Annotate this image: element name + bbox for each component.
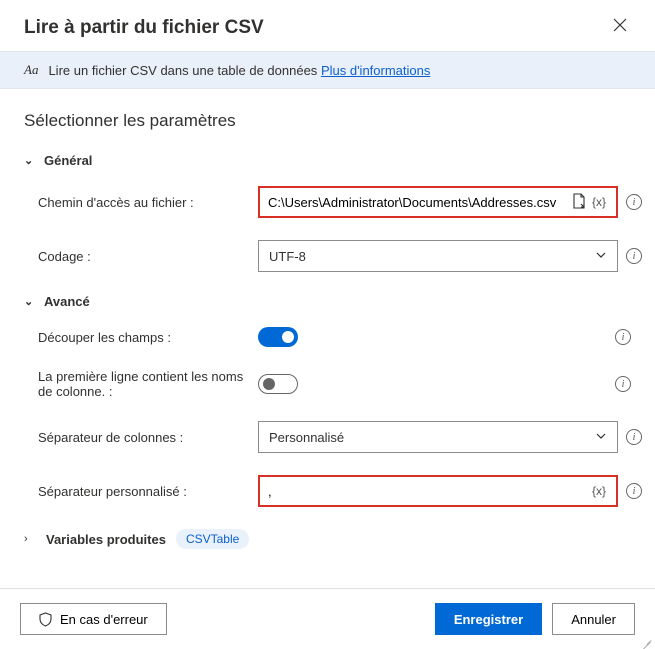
row-firstline: La première ligne contient les noms de c… [24,369,631,399]
close-icon[interactable] [609,14,631,41]
row-filepath: Chemin d'accès au fichier : {x} i [24,186,631,218]
chevron-right-icon: › [24,533,36,545]
dialog-header: Lire à partir du fichier CSV [0,0,655,51]
colsep-value: Personnalisé [269,430,344,445]
chevron-down-icon [595,249,607,264]
var-picker-icon[interactable]: {x} [590,195,608,209]
customsep-label: Séparateur personnalisé : [38,484,258,499]
section-general-label: Général [44,153,92,168]
resize-grip-icon[interactable] [643,637,653,647]
content: Sélectionner les paramètres ⌄ Général Ch… [0,89,655,549]
dialog-title: Lire à partir du fichier CSV [24,17,264,39]
section-general[interactable]: ⌄ Général [24,153,631,168]
section-advanced-label: Avancé [44,294,90,309]
info-icon[interactable]: i [615,329,631,345]
info-icon[interactable]: i [626,248,642,264]
info-text: Lire un fichier CSV dans une table de do… [48,63,430,78]
variable-chip[interactable]: CSVTable [176,529,249,549]
info-icon[interactable]: i [615,376,631,392]
firstline-toggle[interactable] [258,374,298,394]
trim-toggle[interactable] [258,327,298,347]
variables-label: Variables produites [46,532,166,547]
customsep-input-wrap: {x} [258,475,618,507]
file-picker-icon[interactable] [568,193,590,212]
section-advanced[interactable]: ⌄ Avancé [24,294,631,309]
row-colsep: Séparateur de colonnes : Personnalisé i [24,421,631,453]
cancel-button[interactable]: Annuler [552,603,635,635]
customsep-input[interactable] [268,484,590,499]
encoding-select[interactable]: UTF-8 [258,240,618,272]
colsep-label: Séparateur de colonnes : [38,430,258,445]
chevron-down-icon: ⌄ [24,154,36,167]
filepath-input-wrap: {x} [258,186,618,218]
variables-produced[interactable]: › Variables produites CSVTable [24,529,631,549]
encoding-value: UTF-8 [269,249,306,264]
filepath-input[interactable] [268,195,568,210]
row-customsep: Séparateur personnalisé : {x} i [24,475,631,507]
info-icon[interactable]: i [626,429,642,445]
encoding-label: Codage : [38,249,258,264]
trim-label: Découper les champs : [38,330,258,345]
on-error-label: En cas d'erreur [60,612,148,627]
row-trim: Découper les champs : i [24,327,631,347]
colsep-select[interactable]: Personnalisé [258,421,618,453]
on-error-button[interactable]: En cas d'erreur [20,603,167,635]
shield-icon [39,612,52,627]
info-bar: Aa Lire un fichier CSV dans une table de… [0,51,655,89]
chevron-down-icon: ⌄ [24,295,36,308]
chevron-down-icon [595,430,607,445]
info-icon[interactable]: i [626,483,642,499]
text-style-icon: Aa [24,62,38,78]
row-encoding: Codage : UTF-8 i [24,240,631,272]
firstline-label: La première ligne contient les noms de c… [38,369,258,399]
save-button[interactable]: Enregistrer [435,603,542,635]
var-picker-icon[interactable]: {x} [590,484,608,498]
section-title: Sélectionner les paramètres [24,111,631,131]
footer: En cas d'erreur Enregistrer Annuler [0,588,655,649]
more-info-link[interactable]: Plus d'informations [321,63,430,78]
filepath-label: Chemin d'accès au fichier : [38,195,258,210]
info-icon[interactable]: i [626,194,642,210]
